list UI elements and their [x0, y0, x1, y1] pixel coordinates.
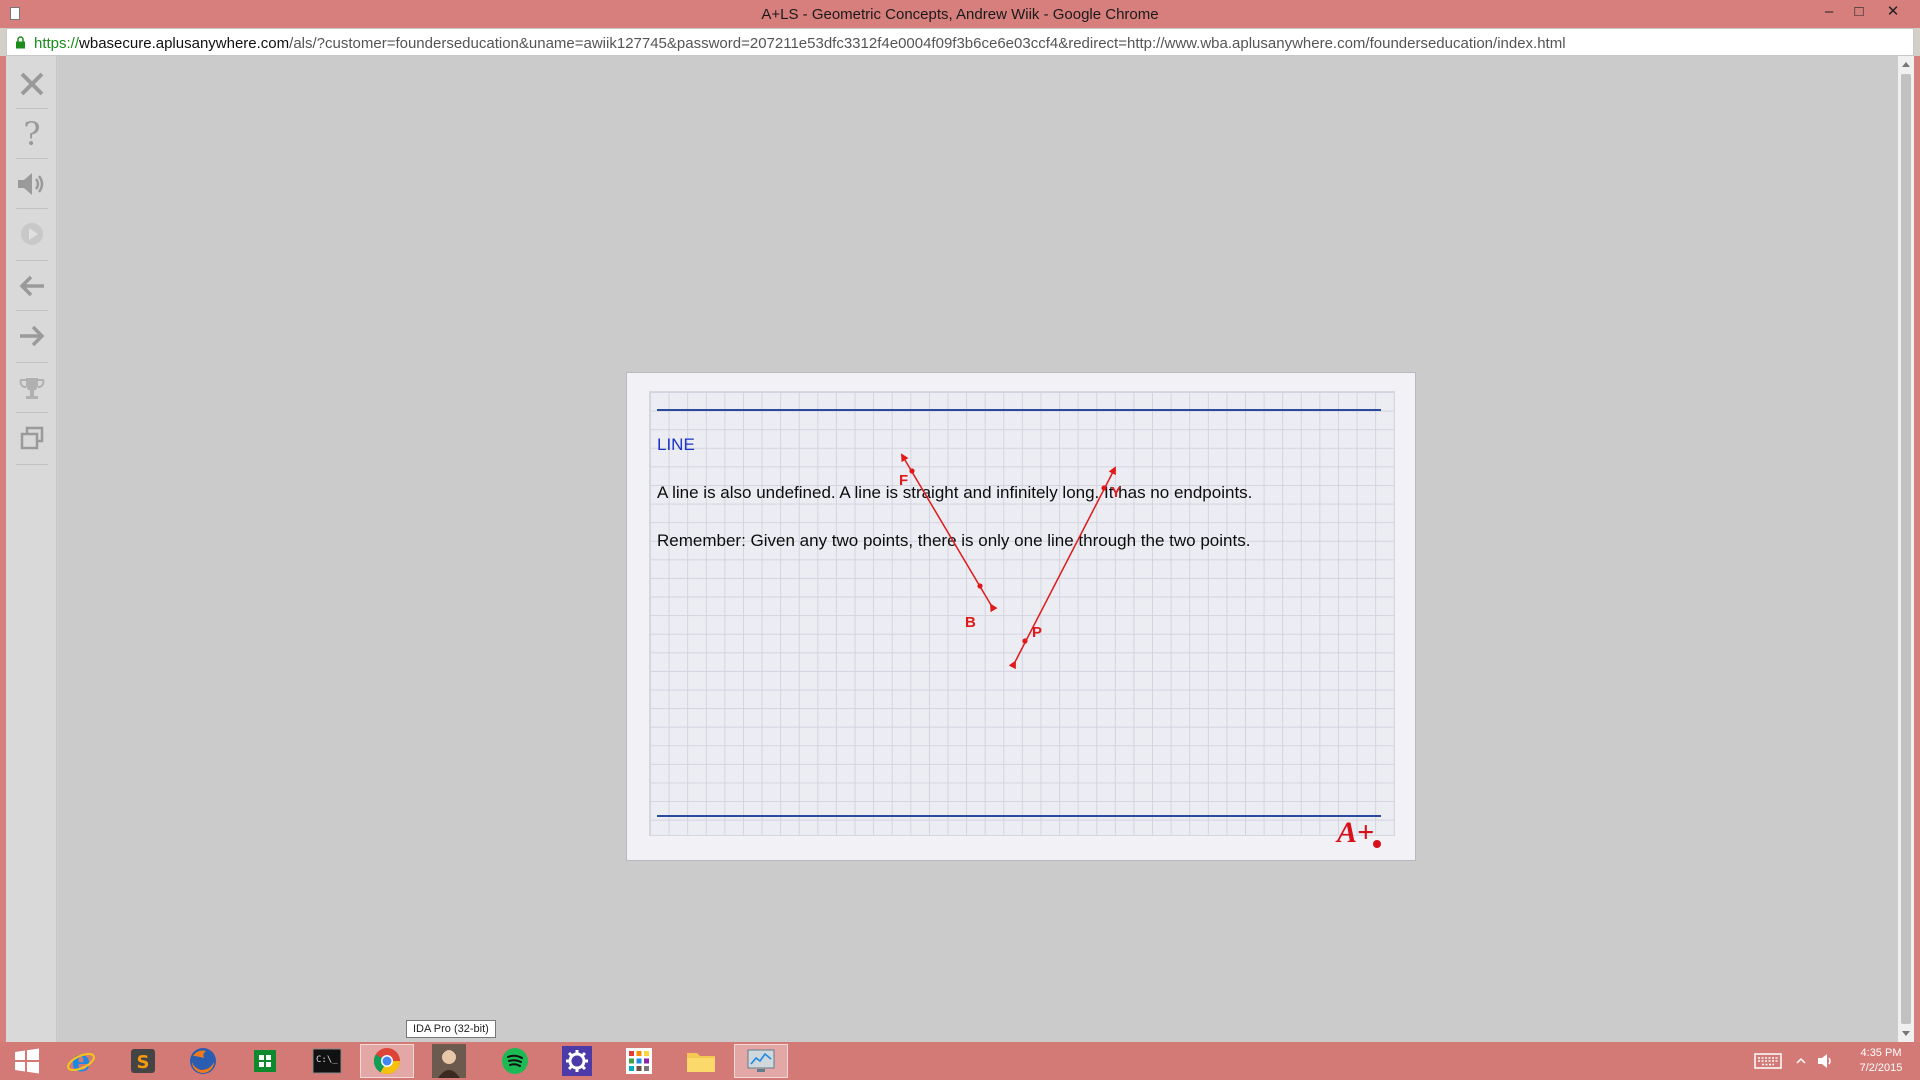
label-f: F: [899, 472, 908, 489]
scrollbar-thumb[interactable]: [1901, 74, 1911, 1024]
audio-button[interactable]: [14, 164, 50, 204]
sublime-icon: S: [131, 1049, 155, 1073]
play-button[interactable]: [14, 214, 50, 254]
windows-icon: [15, 1048, 39, 1074]
keyboard-icon[interactable]: [1754, 1053, 1782, 1069]
line-py: [1008, 466, 1116, 670]
point-f: [909, 468, 915, 474]
lesson-sidebar: ?: [6, 56, 57, 1042]
taskbar-command-prompt[interactable]: C:\_: [300, 1044, 354, 1078]
label-y: Y: [1111, 484, 1121, 501]
close-icon: [20, 72, 44, 96]
firefox-icon: [190, 1048, 216, 1074]
window-title-bar: A+LS - Geometric Concepts, Andrew Wiik -…: [0, 0, 1920, 28]
folder-icon: [687, 1053, 715, 1072]
close-lesson-button[interactable]: [14, 64, 50, 104]
cards-icon: [20, 426, 44, 450]
volume-icon[interactable]: [1816, 1052, 1834, 1070]
scroll-down-icon[interactable]: [1902, 1031, 1910, 1036]
question-icon: ?: [23, 118, 40, 150]
point-b: [977, 583, 983, 589]
svg-text:C:\_: C:\_: [316, 1055, 338, 1065]
taskbar: e S C:\_ 4:35 PM 7/2/2015: [0, 1042, 1920, 1080]
start-button[interactable]: [0, 1044, 54, 1078]
ida-icon: [432, 1044, 466, 1078]
line-diagram: F B P Y: [899, 453, 1121, 670]
scroll-up-icon[interactable]: [1902, 62, 1910, 67]
apps-icon: [626, 1048, 652, 1074]
tray-time: 4:35 PM: [1860, 1047, 1902, 1059]
back-button[interactable]: [14, 266, 50, 306]
store-icon: [254, 1050, 276, 1072]
ie-icon: e: [67, 1046, 95, 1076]
play-icon: [21, 223, 43, 245]
tray-clock[interactable]: 4:35 PM 7/2/2015: [1848, 1046, 1914, 1076]
line-fb: [900, 453, 998, 613]
taskbar-file-explorer[interactable]: [674, 1044, 728, 1078]
tray-date: 7/2/2015: [1859, 1062, 1903, 1074]
lock-icon: [16, 36, 25, 49]
taskbar-store[interactable]: [238, 1044, 292, 1078]
taskbar-internet-explorer[interactable]: e: [54, 1044, 108, 1078]
spotify-icon: [502, 1048, 528, 1074]
arrow-right-icon: [20, 325, 45, 347]
url-path: /als/?customer=founderseducation&uname=a…: [289, 35, 1566, 52]
lesson-viewport: LINE A line is also undefined. A line is…: [58, 56, 1898, 1042]
terminal-icon: C:\_: [312, 1048, 342, 1074]
arrow-left-icon: [19, 275, 44, 297]
point-p: [1022, 638, 1028, 644]
taskbar-ida-pro[interactable]: [422, 1044, 476, 1078]
taskbar-tooltip: IDA Pro (32-bit): [406, 1020, 496, 1038]
chrome-icon: [373, 1048, 401, 1075]
label-p: P: [1032, 624, 1042, 641]
url-text[interactable]: https://wbasecure.aplusanywhere.com/als/…: [34, 35, 1566, 52]
trophy-button[interactable]: [14, 368, 50, 408]
vertical-scrollbar[interactable]: [1898, 56, 1914, 1042]
trophy-icon: [19, 378, 45, 399]
taskbar-spotify[interactable]: [488, 1044, 542, 1078]
svg-text:?: ?: [23, 118, 40, 150]
bottom-rule: [657, 815, 1381, 817]
address-bar[interactable]: https://wbasecure.aplusanywhere.com/als/…: [6, 28, 1914, 56]
speaker-icon: [18, 173, 44, 195]
glossary-button[interactable]: [14, 418, 50, 458]
window-title: A+LS - Geometric Concepts, Andrew Wiik -…: [761, 6, 1159, 23]
taskbar-apps[interactable]: [612, 1044, 666, 1078]
logo-text: A+: [1335, 816, 1374, 849]
taskbar-network-monitor[interactable]: [734, 1044, 788, 1078]
maximize-button[interactable]: □: [1846, 2, 1872, 22]
point-y: [1101, 485, 1107, 491]
taskbar-sublime-text[interactable]: S: [116, 1044, 170, 1078]
aplus-logo: A+: [1335, 816, 1381, 849]
svg-text:S: S: [137, 1052, 150, 1073]
label-b: B: [965, 614, 976, 631]
taskbar-settings[interactable]: [550, 1044, 604, 1078]
forward-button[interactable]: [14, 316, 50, 356]
taskbar-firefox[interactable]: [176, 1044, 230, 1078]
gear-icon: [562, 1046, 592, 1076]
svg-text:e: e: [71, 1046, 90, 1076]
url-host: wbasecure.aplusanywhere.com: [79, 35, 290, 52]
lesson-card: LINE A line is also undefined. A line is…: [626, 372, 1416, 861]
window-frame-right: [1914, 56, 1920, 1042]
url-scheme: https://: [34, 35, 80, 52]
minimize-button[interactable]: ‒: [1816, 2, 1842, 22]
close-window-button[interactable]: ✕: [1880, 2, 1906, 22]
tray-expand-icon[interactable]: [1796, 1056, 1806, 1066]
help-button[interactable]: ?: [14, 114, 50, 154]
taskbar-chrome[interactable]: [360, 1044, 414, 1078]
monitor-icon: [747, 1049, 775, 1072]
